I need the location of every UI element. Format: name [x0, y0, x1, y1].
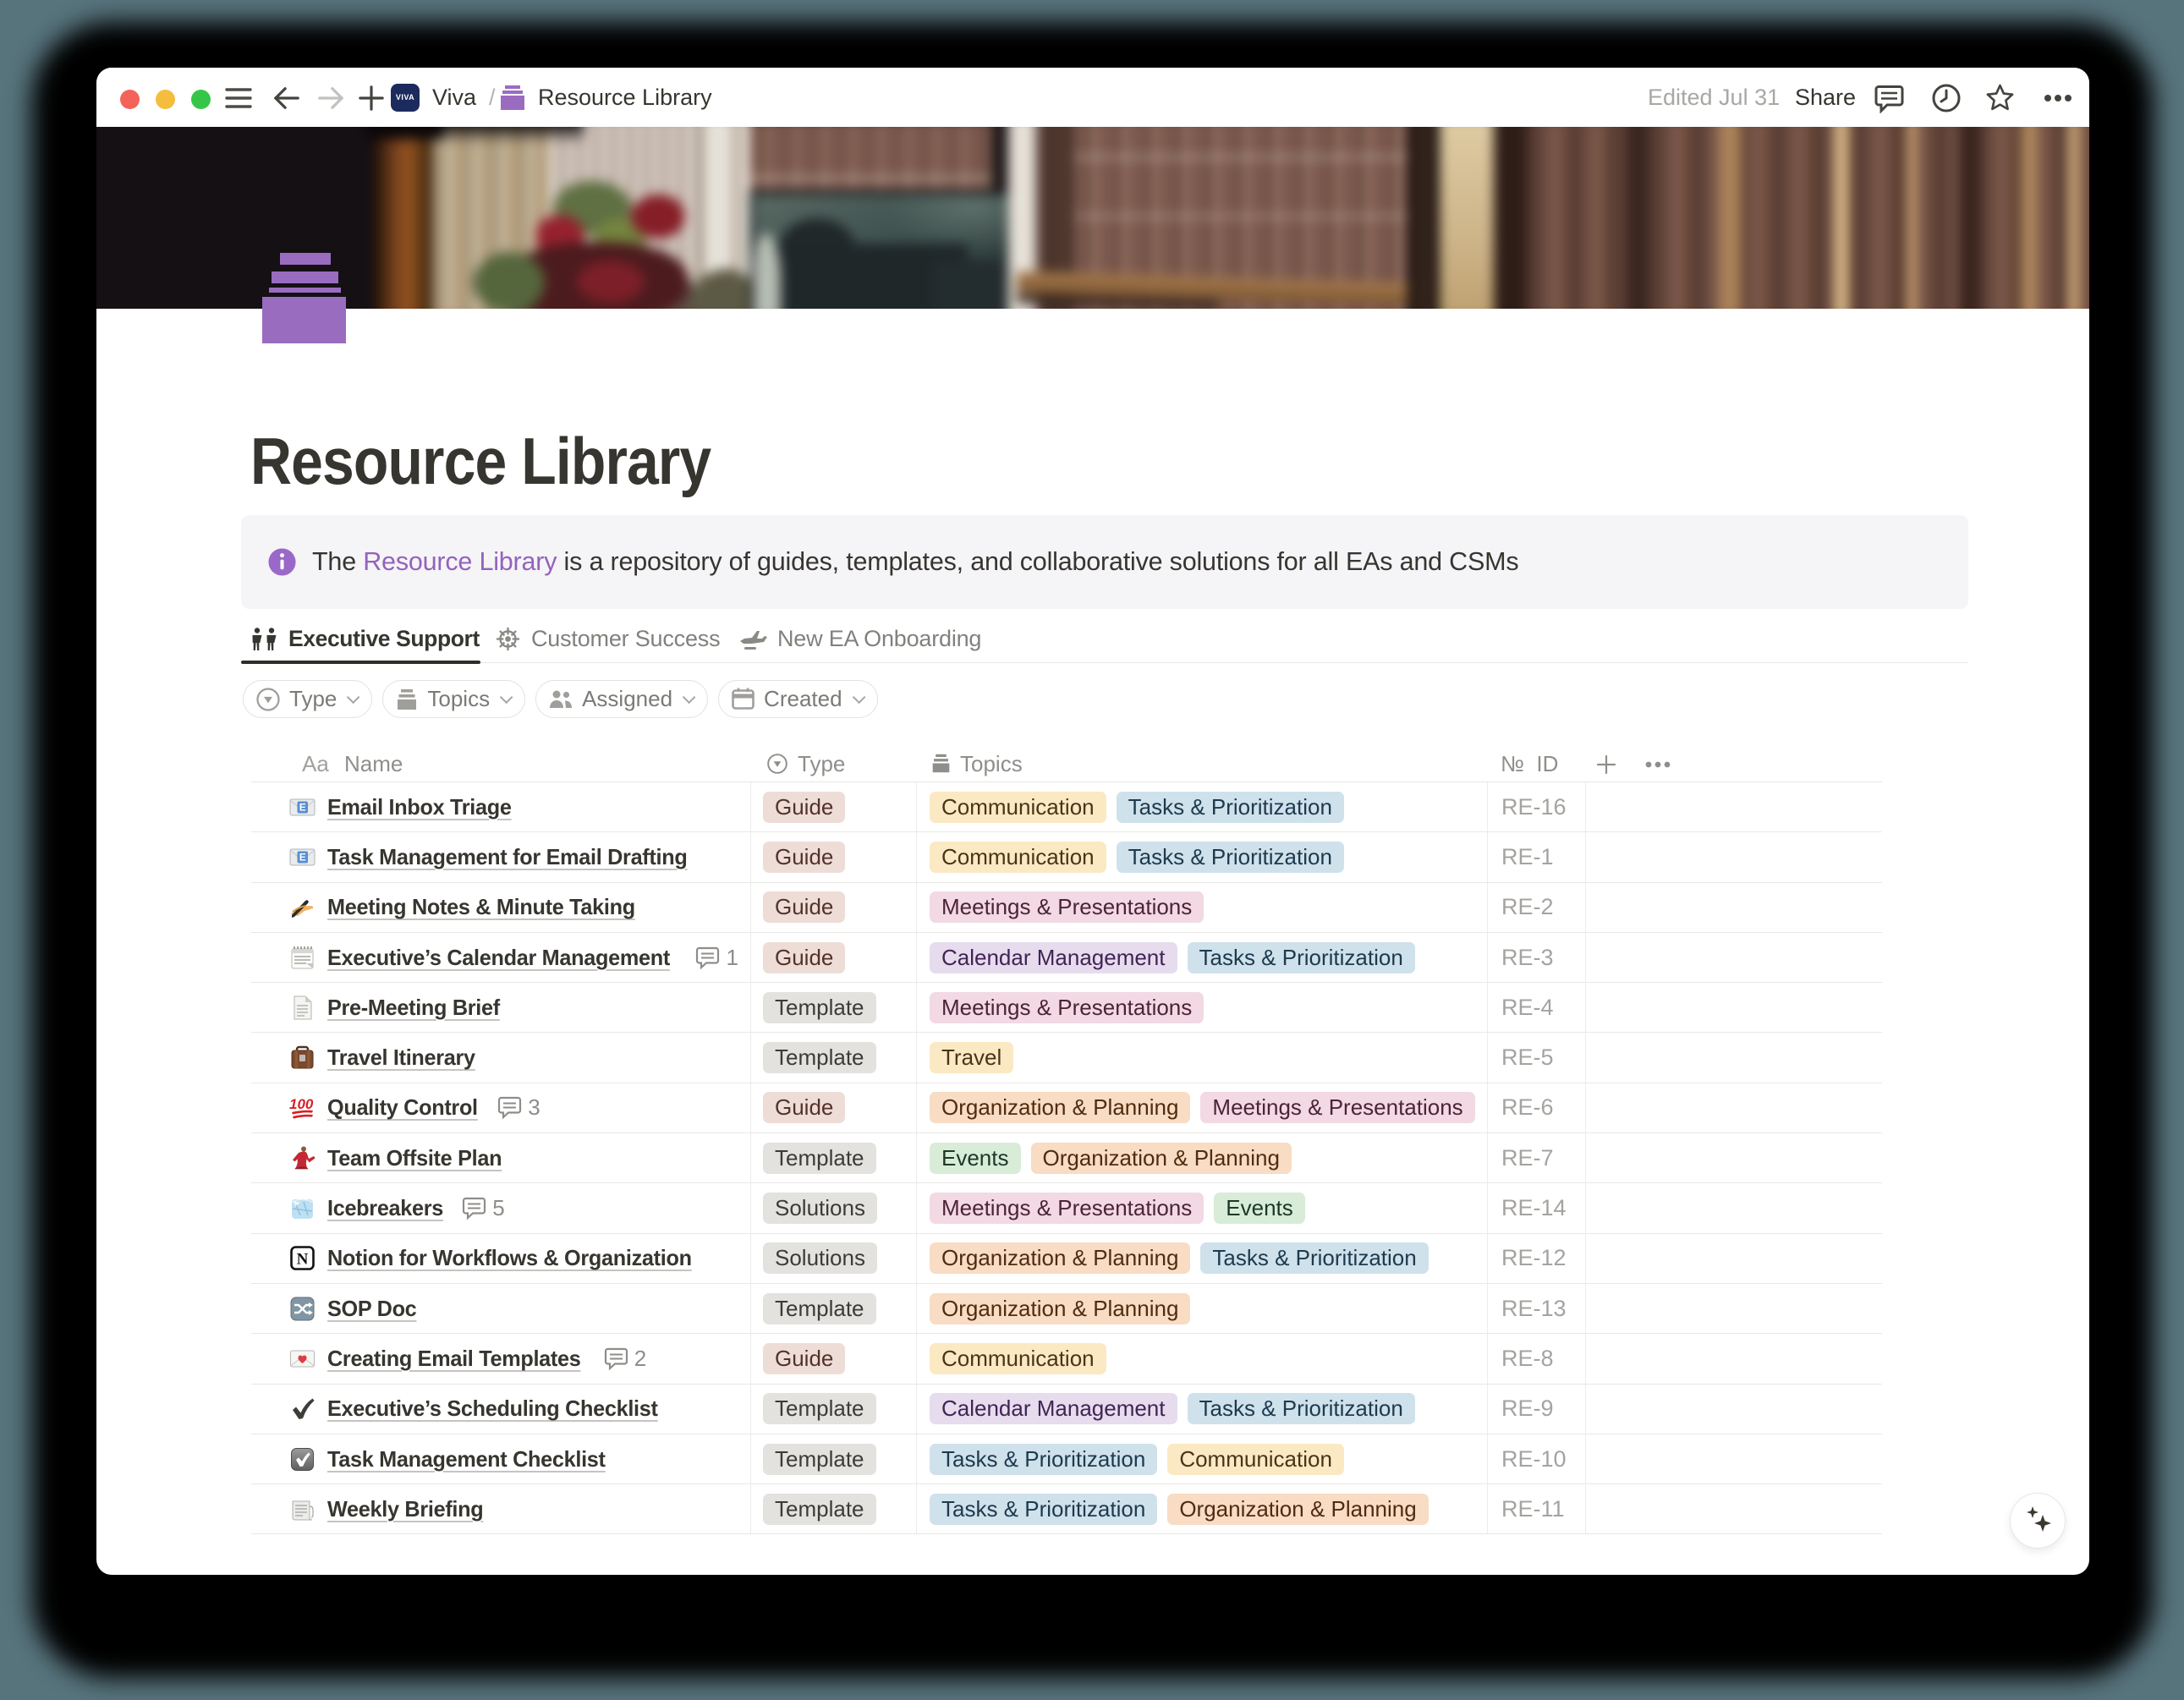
svg-text:E: E: [299, 851, 306, 863]
svg-text:N: N: [297, 1251, 309, 1269]
svg-text:100: 100: [289, 1096, 314, 1112]
svg-text:E: E: [299, 801, 306, 813]
